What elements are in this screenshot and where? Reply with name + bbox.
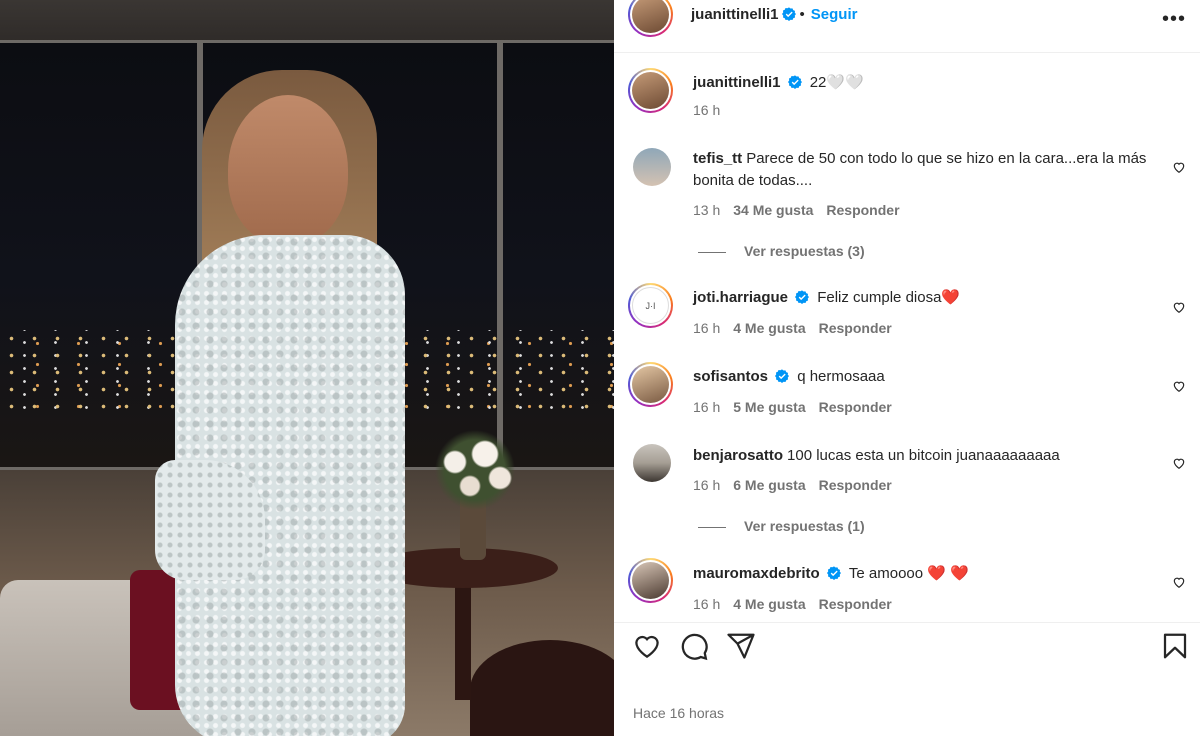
bookmark-icon[interactable] (1160, 631, 1190, 661)
post-side-panel: juanittinelli1 • Seguir ••• juanittinelli1… (614, 0, 1200, 736)
verified-icon (826, 566, 841, 580)
comment-text: Parece de 50 con todo lo que se hizo en … (693, 150, 1147, 189)
avatar-initials: J·I (632, 287, 669, 324)
photo-table-leg (455, 580, 471, 700)
commenter-username[interactable]: sofisantos (693, 368, 768, 385)
comment-time: 16 h (693, 399, 721, 415)
post-header: juanittinelli1 • Seguir ••• (614, 0, 1200, 53)
view-replies-button[interactable]: Ver respuestas (3) (698, 243, 865, 259)
comment-text: 100 lucas esta un bitcoin juanaaaaaaaaa (787, 447, 1060, 464)
comment-text: q hermosaaa (797, 368, 885, 385)
comment-time: 13 h (693, 202, 721, 218)
photo-face (228, 95, 348, 245)
comment-likes[interactable]: 4 Me gusta (733, 320, 805, 336)
photo-flowers (425, 430, 525, 510)
caption-meta: 16 h (693, 102, 733, 118)
view-replies-label: Ver respuestas (3) (744, 243, 865, 259)
post-time: Hace 16 horas (633, 705, 725, 721)
photo-sleeve (155, 460, 265, 580)
commenter-avatar[interactable] (633, 444, 671, 482)
caption-text: 22🤍🤍 (809, 74, 864, 91)
caption-username[interactable]: juanittinelli1 (693, 74, 781, 91)
commenter-avatar[interactable] (628, 362, 673, 407)
reply-button[interactable]: Responder (819, 320, 892, 336)
like-comment-heart-icon[interactable] (1172, 300, 1186, 314)
comment-meta: 16 h 5 Me gusta Responder (693, 399, 905, 415)
like-comment-heart-icon[interactable] (1172, 160, 1186, 174)
author-avatar[interactable] (628, 0, 673, 37)
commenter-avatar[interactable]: J·I (628, 283, 673, 328)
reply-button[interactable]: Responder (819, 596, 892, 612)
separator-dot: • (799, 6, 805, 23)
share-icon[interactable] (726, 631, 756, 661)
commenter-username[interactable]: mauromaxdebrito (693, 565, 820, 582)
comment-text: Te amoooo ❤️ ❤️ (848, 565, 969, 582)
comment-meta: 16 h 6 Me gusta Responder (693, 477, 905, 493)
commenter-username[interactable]: joti.harriague (693, 289, 788, 306)
comment-likes[interactable]: 4 Me gusta (733, 596, 805, 612)
comment-time: 16 h (693, 320, 721, 336)
post-photo[interactable] (0, 0, 614, 736)
comment-likes[interactable]: 6 Me gusta (733, 477, 805, 493)
caption-text-line: juanittinelli1 22🤍🤍 (693, 72, 1173, 94)
comment-text-block: tefis_tt Parece de 50 con todo lo que se … (693, 148, 1173, 192)
comment-likes[interactable]: 34 Me gusta (733, 202, 813, 218)
comment-likes[interactable]: 5 Me gusta (733, 399, 805, 415)
like-comment-heart-icon[interactable] (1172, 379, 1186, 393)
reply-button[interactable]: Responder (826, 202, 899, 218)
verified-icon (781, 7, 796, 21)
view-replies-label: Ver respuestas (1) (744, 518, 865, 534)
heart-icon[interactable] (632, 631, 662, 661)
comment-text-block: sofisantos q hermosaaa (693, 366, 1173, 388)
commenter-username[interactable]: tefis_tt (693, 150, 742, 167)
like-comment-heart-icon[interactable] (1172, 575, 1186, 589)
comment-text: Feliz cumple diosa❤️ (817, 289, 961, 306)
comment-text-block: joti.harriague Feliz cumple diosa❤️ (693, 287, 1173, 309)
comment-meta: 13 h 34 Me gusta Responder (693, 202, 913, 218)
comment-text-block: benjarosatto 100 lucas esta un bitcoin ju… (693, 445, 1173, 467)
commenter-avatar[interactable] (628, 558, 673, 603)
comment-icon[interactable] (679, 631, 709, 661)
photo-table (470, 640, 614, 736)
commenter-avatar[interactable] (633, 148, 671, 186)
caption-time: 16 h (693, 102, 721, 118)
reply-button[interactable]: Responder (819, 477, 892, 493)
reply-button[interactable]: Responder (819, 399, 892, 415)
comment-time: 16 h (693, 596, 721, 612)
header-user-line: juanittinelli1 • Seguir (691, 6, 857, 24)
comment-text-block: mauromaxdebrito Te amoooo ❤️ ❤️ (693, 563, 1173, 585)
follow-button[interactable]: Seguir (811, 6, 858, 23)
verified-icon (775, 369, 790, 383)
more-icon[interactable]: ••• (1162, 8, 1186, 31)
like-comment-heart-icon[interactable] (1172, 456, 1186, 470)
author-avatar[interactable] (628, 68, 673, 113)
comment-time: 16 h (693, 477, 721, 493)
verified-icon (795, 290, 810, 304)
comment-meta: 16 h 4 Me gusta Responder (693, 596, 905, 612)
verified-icon (787, 75, 802, 89)
view-replies-button[interactable]: Ver respuestas (1) (698, 518, 865, 534)
comment-meta: 16 h 4 Me gusta Responder (693, 320, 905, 336)
author-username[interactable]: juanittinelli1 (691, 6, 779, 23)
post-actions-bar (614, 622, 1200, 672)
commenter-username[interactable]: benjarosatto (693, 447, 783, 464)
